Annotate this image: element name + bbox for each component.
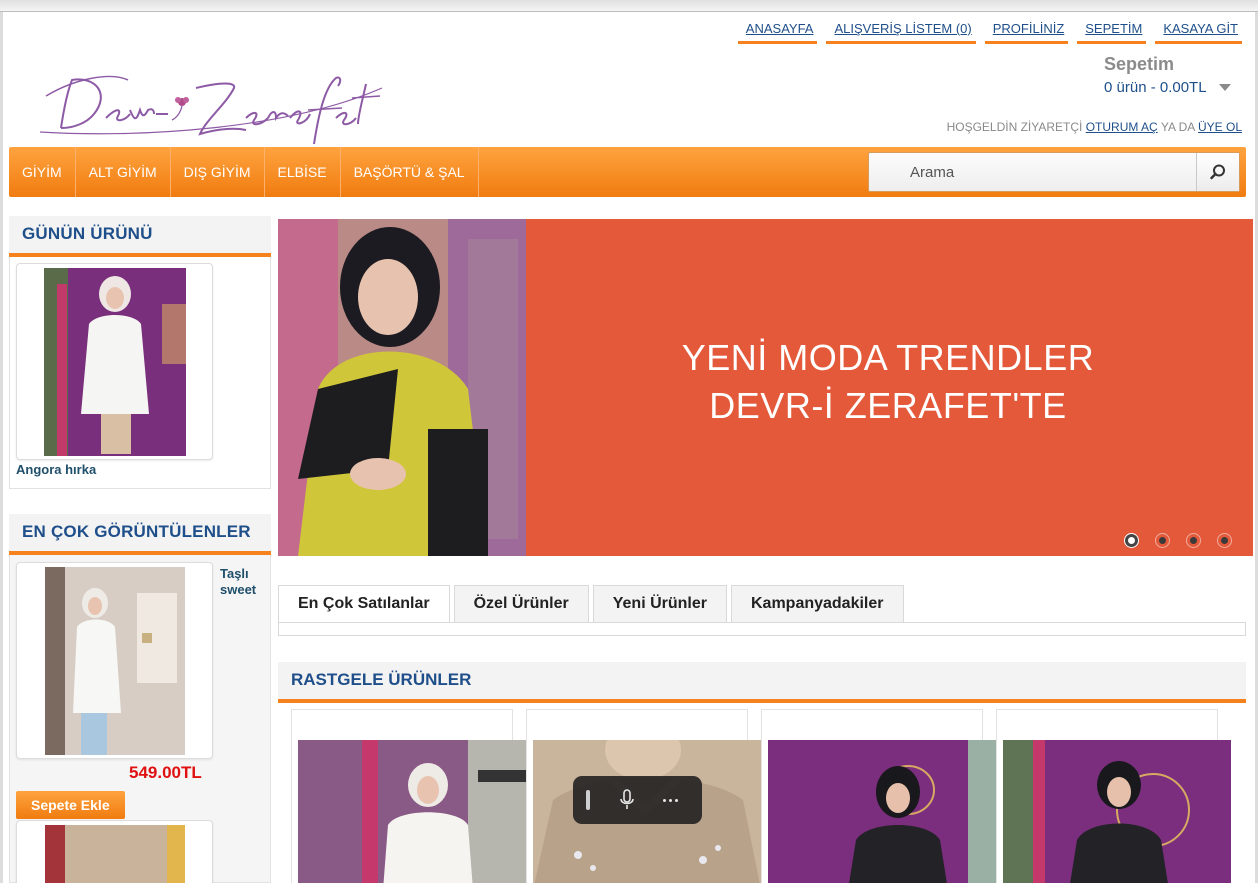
most-viewed-price: 549.00TL	[129, 763, 202, 782]
product-tabs: En Çok Satılanlar Özel Ürünler Yeni Ürün…	[278, 585, 904, 623]
product-photo-angora	[44, 268, 186, 456]
most-viewed-name[interactable]: Taşlı sweet	[220, 566, 268, 598]
product-photo-1	[298, 740, 526, 883]
most-viewed-image-2[interactable]	[16, 820, 213, 883]
nav-item-clothing[interactable]: GİYİM	[9, 147, 76, 197]
cart-summary-text: 0 ürün - 0.00TL	[1104, 79, 1207, 96]
cart-title[interactable]: Sepetim	[1104, 54, 1174, 75]
product-card[interactable]	[291, 709, 526, 883]
top-link-checkout[interactable]: KASAYA GİT	[1155, 21, 1242, 44]
product-card[interactable]	[996, 709, 1231, 883]
welcome-prefix: HOŞGELDİN ZİYARETÇİ	[946, 120, 1083, 134]
add-to-cart-button[interactable]: Sepete Ekle	[16, 791, 125, 819]
search-icon	[1210, 164, 1225, 180]
slider-dot-4[interactable]	[1218, 534, 1231, 547]
top-link-wishlist[interactable]: ALIŞVERİŞ LİSTEM (0)	[826, 21, 976, 44]
slider-photo	[278, 219, 526, 556]
caret-down-icon[interactable]	[1218, 84, 1231, 91]
product-of-day-box: Angora hırka	[9, 257, 271, 489]
slider-pagination	[1125, 534, 1231, 547]
random-products-heading: RASTGELE ÜRÜNLER	[278, 662, 1246, 703]
product-of-day-name[interactable]: Angora hırka	[16, 462, 96, 477]
top-link-profile[interactable]: PROFİLİNİZ	[984, 21, 1069, 44]
most-viewed-image[interactable]	[16, 562, 213, 759]
product-photo-next	[45, 825, 185, 883]
most-viewed-box: Taşlı sweet 549.00TL Sepete Ekle	[9, 555, 271, 883]
hero-slider[interactable]: YENİ MODA TRENDLER DEVR-İ ZERAFET'TE	[278, 219, 1253, 556]
nav-item-dresses[interactable]: ELBİSE	[265, 147, 341, 197]
slider-dot-3[interactable]	[1187, 534, 1200, 547]
logo-icon	[39, 75, 383, 145]
browser-frame-top	[0, 0, 1258, 12]
product-of-day-heading: GÜNÜN ÜRÜNÜ	[9, 216, 271, 257]
most-viewed-heading: EN ÇOK GÖRÜNTÜLENLER	[9, 514, 271, 555]
product-card-image[interactable]	[298, 740, 526, 883]
search-button[interactable]	[1196, 153, 1239, 191]
browser-frame-left	[0, 12, 3, 883]
cart-summary[interactable]: 0 ürün - 0.00TL	[1104, 79, 1231, 96]
tab-panel	[278, 622, 1246, 636]
tab-campaigns[interactable]: Kampanyadakiler	[730, 585, 904, 623]
search-box	[868, 152, 1240, 192]
login-link[interactable]: OTURUM AÇ	[1086, 120, 1158, 134]
search-input[interactable]	[870, 154, 1196, 190]
register-link[interactable]: ÜYE OL	[1198, 120, 1242, 134]
slider-headline-2: DEVR-İ ZERAFET'TE	[709, 385, 1067, 426]
main-navigation: GİYİM ALT GİYİM DIŞ GİYİM ELBİSE BAŞÖRTÜ…	[9, 147, 1246, 197]
nav-item-outerwear[interactable]: DIŞ GİYİM	[171, 147, 265, 197]
product-of-day-image[interactable]	[16, 263, 213, 460]
welcome-message: HOŞGELDİN ZİYARETÇİ OTURUM AÇ YA DA ÜYE …	[947, 120, 1242, 134]
microphone-icon[interactable]	[619, 789, 635, 811]
top-link-home[interactable]: ANASAYFA	[737, 21, 818, 44]
product-card[interactable]	[761, 709, 996, 883]
voice-toolbar	[573, 776, 702, 824]
product-photo-sweet	[45, 567, 185, 755]
slider-dot-1[interactable]	[1125, 534, 1138, 547]
product-photo-4	[1003, 740, 1231, 883]
more-options-icon[interactable]	[663, 798, 678, 802]
top-links: ANASAYFA ALIŞVERİŞ LİSTEM (0) PROFİLİNİZ…	[737, 21, 1242, 44]
nav-item-bottoms[interactable]: ALT GİYİM	[76, 147, 171, 197]
slider-dot-2[interactable]	[1156, 534, 1169, 547]
tab-special-products[interactable]: Özel Ürünler	[453, 585, 589, 623]
site-logo[interactable]	[36, 58, 386, 153]
tab-best-sellers[interactable]: En Çok Satılanlar	[278, 585, 450, 623]
product-photo-3	[768, 740, 996, 883]
tab-new-products[interactable]: Yeni Ürünler	[592, 585, 727, 623]
product-card-image[interactable]	[1003, 740, 1231, 883]
nav-item-scarves[interactable]: BAŞÖRTÜ & ŞAL	[341, 147, 479, 197]
welcome-middle: YA DA	[1160, 120, 1195, 134]
drag-handle-icon[interactable]	[586, 790, 590, 810]
product-card-image[interactable]	[768, 740, 996, 883]
slider-headline-1: YENİ MODA TRENDLER	[681, 337, 1095, 378]
top-link-cart[interactable]: SEPETİM	[1077, 21, 1147, 44]
